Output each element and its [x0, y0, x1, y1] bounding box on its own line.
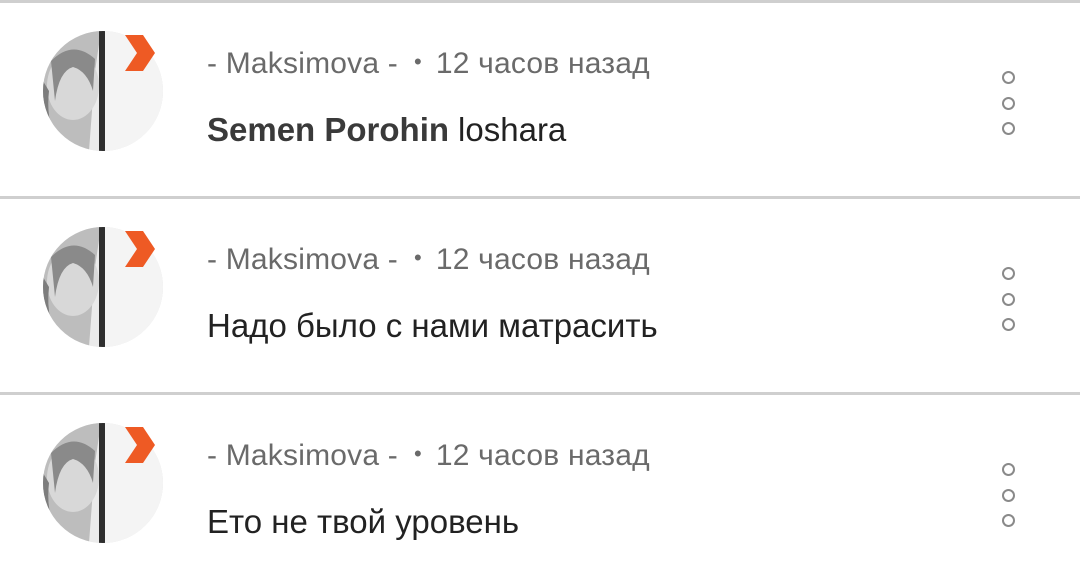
- more-options-icon: [1001, 122, 1015, 135]
- more-options-icon: [1001, 488, 1015, 502]
- more-options-icon: [1001, 267, 1015, 280]
- author-name[interactable]: - Maksimova -: [207, 47, 398, 80]
- more-options-button[interactable]: [997, 463, 1019, 527]
- orange-chevron-badge-icon: [125, 35, 155, 71]
- comment-item: - Maksimova - • 12 часов назад Надо было с…: [0, 196, 1080, 392]
- comment-item: - Maksimova - • 12 часов назад Semen Poroh…: [0, 0, 1080, 196]
- author-name[interactable]: - Maksimova -: [207, 439, 398, 472]
- more-options-icon: [1001, 514, 1015, 527]
- comment-meta: - Maksimova - • 12 часов назад: [207, 439, 650, 473]
- comment-text: Надо было с нами матрасить: [207, 307, 658, 345]
- comment-text: Semen Porohin loshara: [207, 111, 566, 149]
- more-options-icon: [1001, 71, 1015, 84]
- user-mention[interactable]: Semen Porohin: [207, 111, 449, 148]
- avatar[interactable]: [43, 227, 163, 347]
- avatar[interactable]: [43, 31, 163, 151]
- comment-body: Надо было с нами матрасить: [207, 307, 658, 344]
- comment-body: Ето не твой уровень: [207, 503, 520, 540]
- separator-dot: •: [413, 49, 422, 74]
- comment-body: loshara: [458, 111, 567, 148]
- timestamp: 12 часов назад: [435, 439, 650, 472]
- timestamp: 12 часов назад: [435, 47, 650, 80]
- orange-chevron-badge-icon: [125, 231, 155, 267]
- more-options-button[interactable]: [997, 71, 1019, 135]
- separator-dot: •: [413, 245, 422, 270]
- more-options-icon: [1001, 96, 1015, 110]
- comment-meta: - Maksimova - • 12 часов назад: [207, 47, 650, 81]
- author-name[interactable]: - Maksimova -: [207, 243, 398, 276]
- more-options-icon: [1001, 318, 1015, 331]
- comment-item: - Maksimova - • 12 часов назад Ето не твой…: [0, 392, 1080, 588]
- more-options-icon: [1001, 463, 1015, 476]
- comment-text: Ето не твой уровень: [207, 503, 519, 541]
- comment-meta: - Maksimova - • 12 часов назад: [207, 243, 650, 277]
- more-options-icon: [1001, 292, 1015, 306]
- more-options-button[interactable]: [997, 267, 1019, 331]
- comment-feed: - Maksimova - • 12 часов назад Semen Poroh…: [0, 0, 1080, 588]
- separator-dot: •: [413, 441, 422, 466]
- avatar[interactable]: [43, 423, 163, 543]
- timestamp: 12 часов назад: [435, 243, 650, 276]
- orange-chevron-badge-icon: [125, 427, 155, 463]
